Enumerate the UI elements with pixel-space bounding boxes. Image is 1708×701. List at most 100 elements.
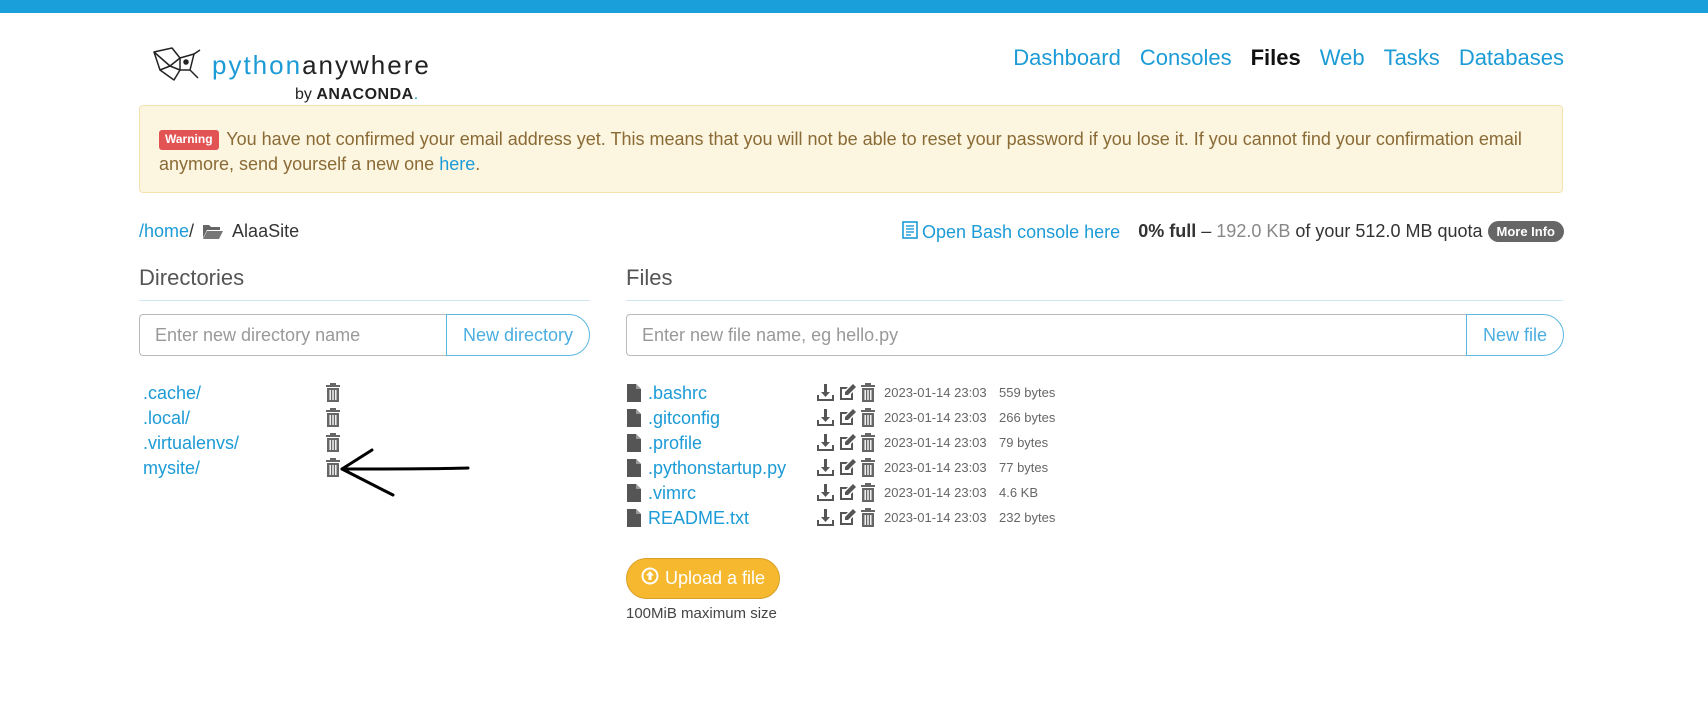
file-size: 232 bytes xyxy=(999,510,1056,525)
file-icon xyxy=(627,459,641,482)
new-file-input[interactable] xyxy=(626,314,1466,356)
file-size: 559 bytes xyxy=(999,385,1056,400)
file-icon xyxy=(627,509,641,532)
new-directory-input[interactable] xyxy=(139,314,446,356)
main-nav: Dashboard Consoles Files Web Tasks Datab… xyxy=(1013,45,1564,71)
file-link[interactable]: .gitconfig xyxy=(648,408,720,429)
edit-icon[interactable] xyxy=(838,458,857,482)
file-date: 2023-01-14 23:03 xyxy=(884,385,987,400)
file-date: 2023-01-14 23:03 xyxy=(884,410,987,425)
logo[interactable]: pythonanywhere by ANACONDA. xyxy=(150,44,450,104)
list-item: .vimrc 2023-01-14 23:03 4.6 KB xyxy=(627,483,1067,508)
quota-percent: 0% full xyxy=(1138,221,1197,241)
logo-icon xyxy=(153,47,201,81)
breadcrumb-separator: / xyxy=(189,221,195,241)
resend-confirmation-link[interactable]: here xyxy=(439,154,475,174)
brand-byline: by ANACONDA. xyxy=(295,86,419,103)
upload-file-label: Upload a file xyxy=(665,568,766,588)
file-size: 266 bytes xyxy=(999,410,1056,425)
list-item: .profile 2023-01-14 23:03 79 bytes xyxy=(627,433,1067,458)
nav-web[interactable]: Web xyxy=(1320,45,1365,71)
breadcrumb-current: AlaaSite xyxy=(232,221,300,241)
file-size: 79 bytes xyxy=(999,435,1049,450)
list-item: mysite/ xyxy=(143,458,363,483)
trash-icon[interactable] xyxy=(860,508,876,532)
upload-file-button[interactable]: Upload a file xyxy=(626,558,781,599)
warning-text: You have not confirmed your email addres… xyxy=(159,129,1522,174)
file-date: 2023-01-14 23:03 xyxy=(884,510,987,525)
list-item: .cache/ xyxy=(143,383,363,408)
trash-icon[interactable] xyxy=(860,408,876,432)
nav-tasks[interactable]: Tasks xyxy=(1384,45,1440,71)
warning-alert: Warning You have not confirmed your emai… xyxy=(139,105,1563,193)
file-link[interactable]: .pythonstartup.py xyxy=(648,458,786,479)
file-link[interactable]: .profile xyxy=(648,433,702,454)
open-bash-label: Open Bash console here xyxy=(922,222,1121,242)
file-link[interactable]: .bashrc xyxy=(648,383,707,404)
list-item: .pythonstartup.py 2023-01-14 23:03 77 by… xyxy=(627,458,1067,483)
trash-icon[interactable] xyxy=(860,483,876,507)
trash-icon[interactable] xyxy=(860,383,876,407)
download-icon[interactable] xyxy=(816,508,835,532)
new-directory-group: New directory xyxy=(139,314,590,356)
quota-info: 0% full – 192.0 KB of your 512.0 MB quot… xyxy=(1138,221,1564,242)
directory-link[interactable]: .local/ xyxy=(143,408,190,429)
download-icon[interactable] xyxy=(816,458,835,482)
list-item: .virtualenvs/ xyxy=(143,433,363,458)
files-heading: Files xyxy=(626,265,1563,301)
file-icon xyxy=(627,409,641,432)
directory-list: .cache/ .local/ .virtualenvs/ mysite/ xyxy=(143,383,363,483)
terminal-icon xyxy=(902,221,918,244)
trash-icon[interactable] xyxy=(860,433,876,457)
warning-badge: Warning xyxy=(159,130,219,150)
quota-total: of your 512.0 MB quota xyxy=(1295,221,1483,241)
directories-heading: Directories xyxy=(139,265,590,301)
file-icon xyxy=(627,434,641,457)
file-date: 2023-01-14 23:03 xyxy=(884,460,987,475)
folder-icon xyxy=(202,223,224,240)
nav-dashboard[interactable]: Dashboard xyxy=(1013,45,1121,71)
file-date: 2023-01-14 23:03 xyxy=(884,435,987,450)
breadcrumb: /home / AlaaSite xyxy=(139,221,299,242)
arrow-annotation xyxy=(340,448,470,497)
file-icon xyxy=(627,384,641,407)
list-item: .bashrc 2023-01-14 23:03 559 bytes xyxy=(627,383,1067,408)
nav-consoles[interactable]: Consoles xyxy=(1140,45,1232,71)
directory-link[interactable]: mysite/ xyxy=(143,458,200,479)
new-directory-button[interactable]: New directory xyxy=(445,314,590,356)
open-bash-console-link[interactable]: Open Bash console here xyxy=(902,221,1120,244)
trash-icon[interactable] xyxy=(325,383,341,407)
nav-files[interactable]: Files xyxy=(1251,45,1301,71)
directory-link[interactable]: .cache/ xyxy=(143,383,201,404)
download-icon[interactable] xyxy=(816,483,835,507)
trash-icon[interactable] xyxy=(325,408,341,432)
brand-wordmark: pythonanywhere xyxy=(212,50,431,80)
trash-icon[interactable] xyxy=(860,458,876,482)
edit-icon[interactable] xyxy=(838,508,857,532)
file-link[interactable]: README.txt xyxy=(648,508,749,529)
file-icon xyxy=(627,484,641,507)
download-icon[interactable] xyxy=(816,408,835,432)
new-file-group: New file xyxy=(626,314,1564,356)
file-date: 2023-01-14 23:03 xyxy=(884,485,987,500)
file-list: .bashrc 2023-01-14 23:03 559 bytes .gitc… xyxy=(627,383,1067,533)
edit-icon[interactable] xyxy=(838,483,857,507)
quota-used: 192.0 KB xyxy=(1216,221,1291,241)
upload-size-note: 100MiB maximum size xyxy=(626,605,777,622)
breadcrumb-home[interactable]: /home xyxy=(139,221,189,242)
download-icon[interactable] xyxy=(816,383,835,407)
top-bar xyxy=(0,0,1708,13)
edit-icon[interactable] xyxy=(838,383,857,407)
download-icon[interactable] xyxy=(816,433,835,457)
more-info-button[interactable]: More Info xyxy=(1487,221,1564,242)
file-size: 4.6 KB xyxy=(999,485,1039,500)
edit-icon[interactable] xyxy=(838,408,857,432)
file-link[interactable]: .vimrc xyxy=(648,483,696,504)
directory-link[interactable]: .virtualenvs/ xyxy=(143,433,239,454)
nav-databases[interactable]: Databases xyxy=(1459,45,1564,71)
file-size: 77 bytes xyxy=(999,460,1049,475)
edit-icon[interactable] xyxy=(838,433,857,457)
list-item: README.txt 2023-01-14 23:03 232 bytes xyxy=(627,508,1067,533)
new-file-button[interactable]: New file xyxy=(1465,314,1564,356)
list-item: .gitconfig 2023-01-14 23:03 266 bytes xyxy=(627,408,1067,433)
